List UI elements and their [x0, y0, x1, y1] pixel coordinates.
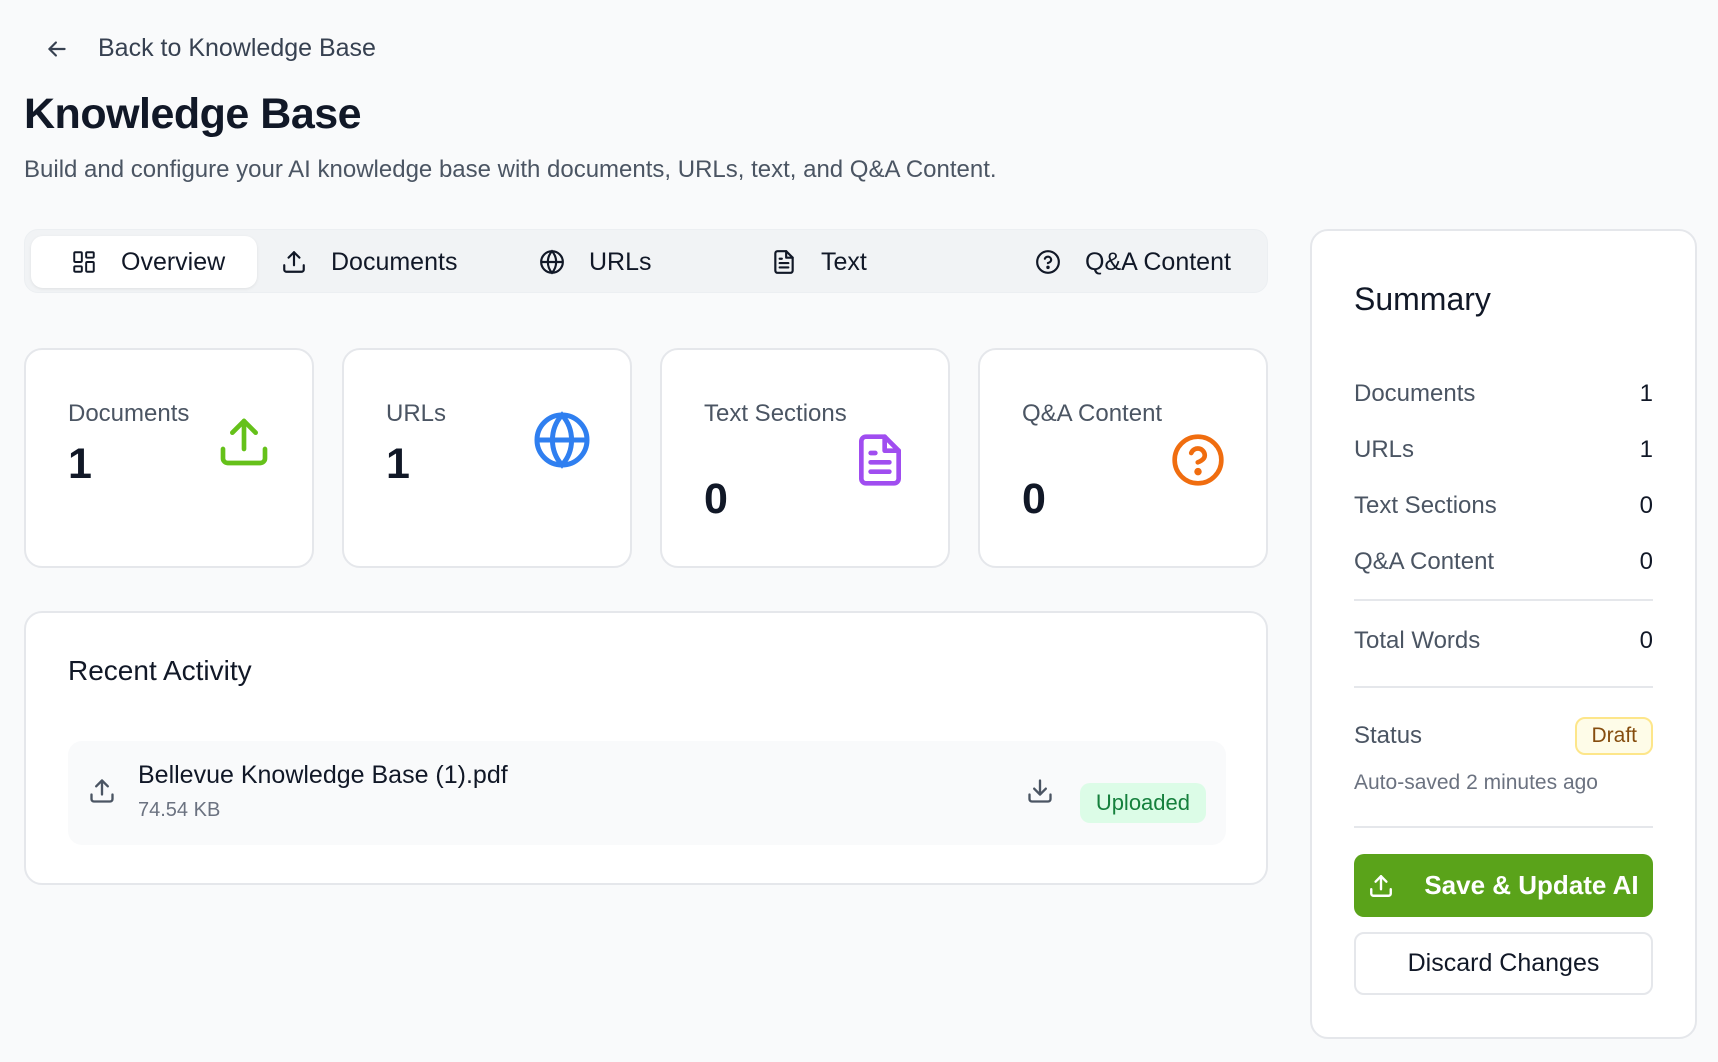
globe-icon	[539, 249, 565, 275]
stat-label: URLs	[386, 400, 447, 427]
tab-qa-content[interactable]: Q&A Content	[1035, 236, 1231, 288]
download-icon[interactable]	[1026, 777, 1054, 805]
page-subtitle: Build and configure your AI knowledge ba…	[24, 156, 997, 183]
stat-value: 0	[1022, 475, 1046, 523]
stat-card-documents: Documents 1	[24, 348, 314, 568]
tab-text[interactable]: Text	[771, 236, 867, 288]
stat-card-urls: URLs 1	[342, 348, 632, 568]
globe-icon	[532, 410, 592, 470]
file-size: 74.54 KB	[138, 799, 221, 821]
summary-row-text-sections: Text Sections 0	[1354, 492, 1653, 520]
summary-title: Summary	[1354, 281, 1491, 317]
document-icon	[771, 249, 797, 275]
divider	[1354, 686, 1653, 688]
grid-icon	[71, 249, 97, 275]
upload-icon	[88, 777, 116, 805]
summary-row-value: 0	[1639, 627, 1653, 654]
tab-urls-label: URLs	[589, 247, 652, 276]
autosave-text: Auto-saved 2 minutes ago	[1354, 771, 1598, 794]
tab-qa-content-label: Q&A Content	[1085, 247, 1231, 276]
tab-overview[interactable]: Overview	[31, 236, 257, 288]
question-circle-icon	[1035, 249, 1061, 275]
arrow-left-icon	[44, 36, 70, 62]
recent-activity-card: Recent Activity Bellevue Knowledge Base …	[24, 611, 1268, 885]
save-update-ai-button[interactable]: Save & Update AI	[1354, 854, 1653, 917]
tab-overview-label: Overview	[121, 247, 226, 276]
stat-card-text-sections: Text Sections 0	[660, 348, 950, 568]
tab-documents[interactable]: Documents	[281, 236, 457, 288]
divider	[1354, 826, 1653, 828]
summary-row-label: URLs	[1354, 436, 1415, 463]
summary-row-label: Documents	[1354, 380, 1476, 407]
stat-label: Text Sections	[704, 400, 847, 427]
upload-icon	[281, 249, 307, 275]
summary-row-value: 1	[1639, 436, 1653, 463]
page-title: Knowledge Base	[24, 90, 362, 138]
summary-row-label: Text Sections	[1354, 492, 1497, 519]
summary-row-documents: Documents 1	[1354, 380, 1653, 408]
stat-label: Documents	[68, 400, 190, 427]
summary-row-urls: URLs 1	[1354, 436, 1653, 464]
divider	[1354, 599, 1653, 601]
summary-row-qa-content: Q&A Content 0	[1354, 548, 1653, 576]
stat-label: Q&A Content	[1022, 400, 1163, 427]
stat-value: 1	[386, 440, 410, 488]
summary-row-value: 0	[1639, 548, 1653, 575]
summary-panel: Summary Documents 1 URLs 1 Text Sections…	[1310, 229, 1697, 1039]
recent-activity-title: Recent Activity	[68, 655, 252, 686]
tab-urls[interactable]: URLs	[539, 236, 652, 288]
stat-card-qa-content: Q&A Content 0	[978, 348, 1268, 568]
status-label: Status	[1354, 722, 1423, 749]
draft-badge: Draft	[1575, 717, 1653, 755]
discard-changes-button[interactable]: Discard Changes	[1354, 932, 1653, 995]
summary-row-label: Total Words	[1354, 627, 1481, 654]
summary-row-total-words: Total Words 0	[1354, 627, 1653, 655]
save-button-label: Save & Update AI	[1424, 870, 1639, 900]
summary-row-label: Q&A Content	[1354, 548, 1495, 575]
back-to-knowledge-base-link[interactable]: Back to Knowledge Base	[44, 34, 376, 63]
question-circle-icon	[1170, 432, 1226, 488]
tab-text-label: Text	[821, 247, 867, 276]
status-badge: Uploaded	[1079, 783, 1206, 823]
activity-item: Bellevue Knowledge Base (1).pdf 74.54 KB…	[68, 741, 1226, 845]
tab-documents-label: Documents	[331, 247, 458, 276]
file-name: Bellevue Knowledge Base (1).pdf	[138, 761, 508, 789]
upload-icon	[1368, 873, 1394, 899]
summary-row-value: 0	[1639, 492, 1653, 519]
stat-value: 0	[704, 475, 728, 523]
stat-value: 1	[68, 440, 92, 488]
discard-button-label: Discard Changes	[1407, 949, 1600, 977]
back-link-label: Back to Knowledge Base	[98, 34, 376, 62]
upload-icon	[216, 414, 272, 470]
tab-bar: Overview Documents URLs Text Q&A Content	[24, 229, 1268, 293]
document-icon	[852, 432, 908, 488]
summary-row-value: 1	[1639, 380, 1653, 407]
